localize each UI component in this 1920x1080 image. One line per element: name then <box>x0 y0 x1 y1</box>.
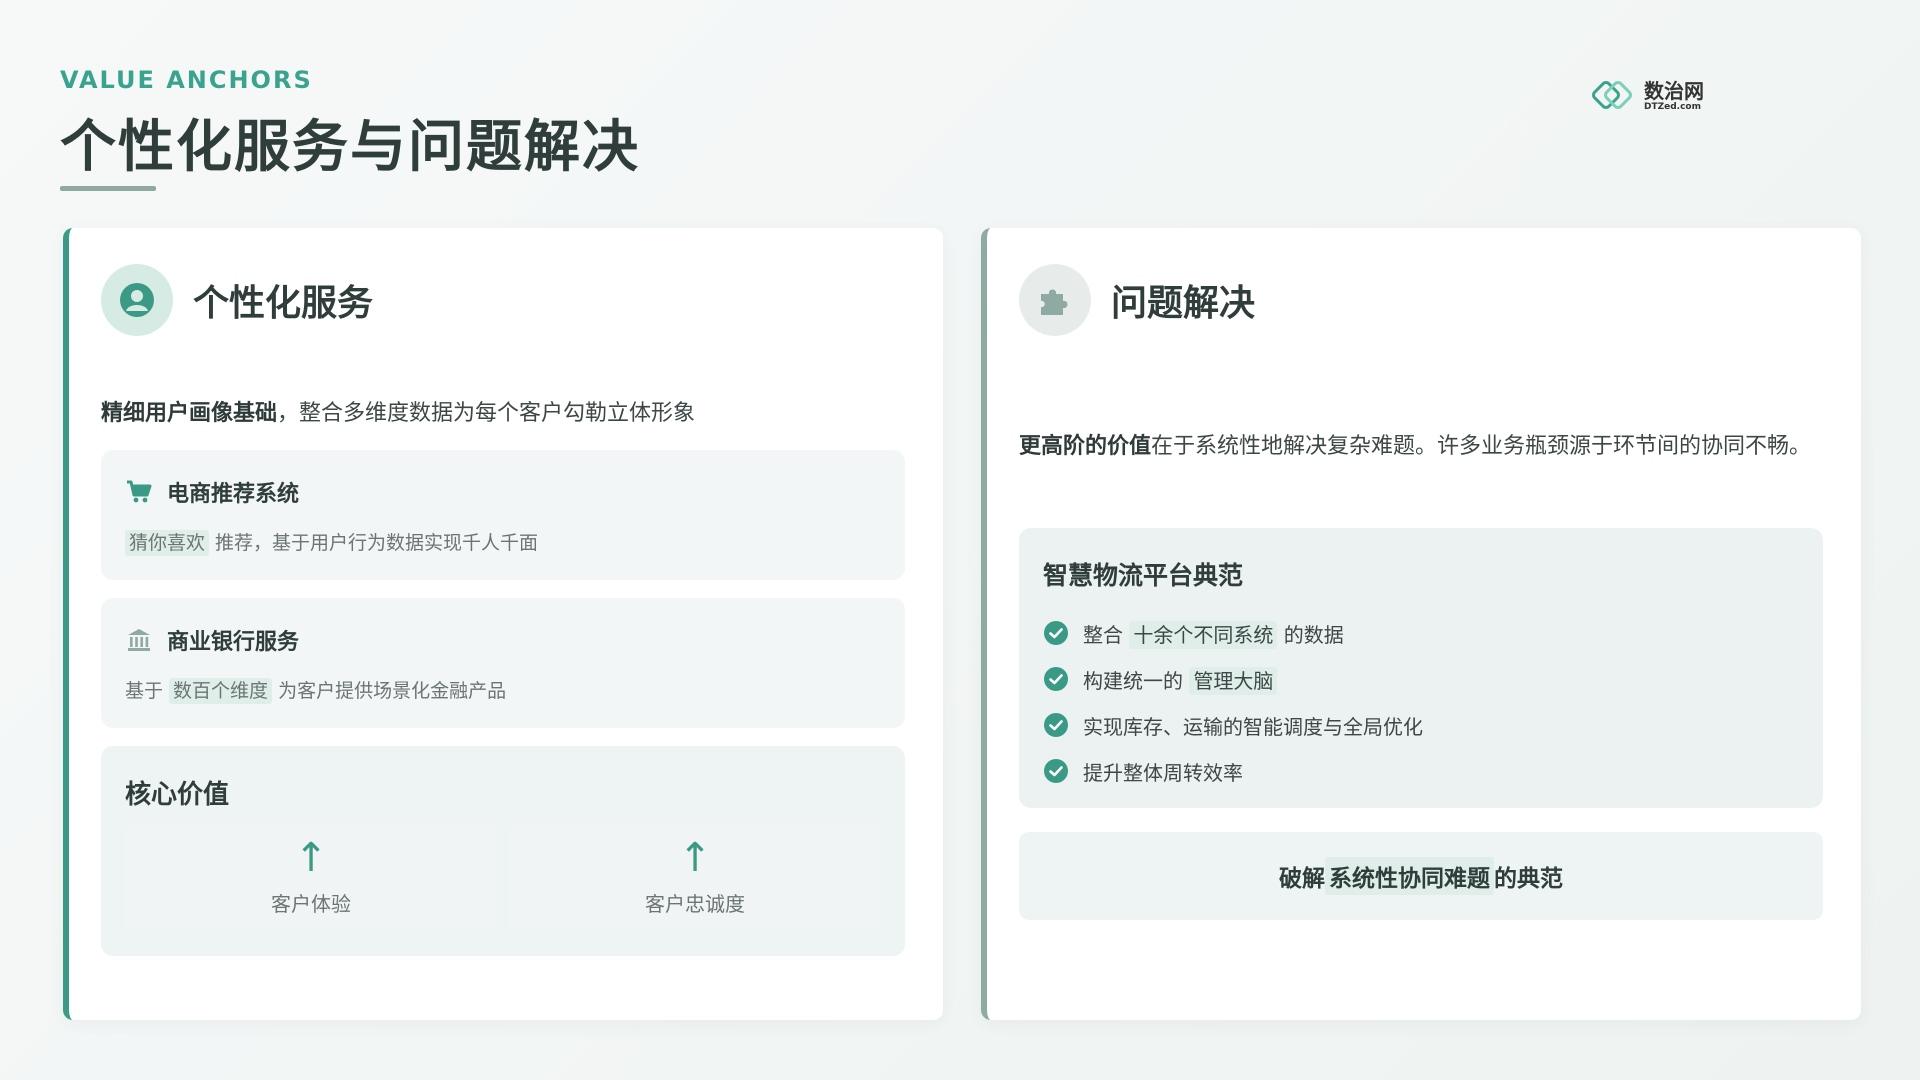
intro-bold: 精细用户画像基础 <box>101 401 278 426</box>
personalized-service-card: 个性化服务 精细用户画像基础，整合多维度数据为每个客户勾勒立体形象 电商推荐系统… <box>63 228 943 1020</box>
eyebrow-label: VALUE ANCHORS <box>60 66 313 94</box>
platform-list: 整合 十余个不同系统 的数据 构建统一的 管理大脑 实现库存、运输的智能调度与全… <box>1043 610 1799 794</box>
logo-text-en: DTZed.com <box>1644 101 1701 112</box>
card-intro: 更高阶的价值在于系统性地解决复杂难题。许多业务瓶颈源于环节间的协同不畅。 <box>1019 426 1849 468</box>
item-pre: 构建统一的 <box>1083 668 1190 693</box>
card-title: 问题解决 <box>1111 283 1256 324</box>
logo-mark-icon <box>1592 81 1632 109</box>
arrow-up-icon: ↑ <box>678 834 712 881</box>
desc-post: 为客户提供场景化金融产品 <box>272 680 507 702</box>
intro-bold: 更高阶的价值 <box>1019 434 1152 459</box>
list-item-text: 提升整体周转效率 <box>1083 760 1243 785</box>
feature-banking: 商业银行服务 基于 数百个维度 为客户提供场景化金融产品 <box>101 598 905 728</box>
banner-pre: 破解 <box>1279 866 1325 892</box>
list-item-text: 整合 十余个不同系统 的数据 <box>1083 619 1344 649</box>
card-header: 问题解决 <box>1019 264 1255 336</box>
desc-pre: 基于 <box>125 680 170 702</box>
check-circle-icon <box>1044 759 1068 783</box>
item-pre: 整合 <box>1083 622 1130 647</box>
desc-post: 推荐，基于用户行为数据实现千人千面 <box>209 532 539 554</box>
title-underline <box>60 186 156 191</box>
metric-customer-experience: ↑ 客户体验 <box>125 825 497 929</box>
page-title: 个性化服务与问题解决 <box>60 115 640 180</box>
core-value-panel: 核心价值 ↑ 客户体验 ↑ 客户忠诚度 <box>101 746 905 956</box>
metric-label: 客户体验 <box>271 891 351 916</box>
shopping-cart-icon <box>127 480 152 503</box>
brand-logo: 数治网 DTZed.com <box>1590 74 1730 118</box>
check-circle-icon <box>1044 667 1068 691</box>
metric-label: 客户忠诚度 <box>645 891 745 916</box>
core-value-title: 核心价值 <box>125 780 230 810</box>
platform-title: 智慧物流平台典范 <box>1043 561 1244 590</box>
feature-desc: 基于 数百个维度 为客户提供场景化金融产品 <box>125 676 881 704</box>
desc-highlight: 猜你喜欢 <box>125 530 210 556</box>
list-item-text: 构建统一的 管理大脑 <box>1083 665 1278 695</box>
summary-banner: 破解 系统性协同难题 的典范 <box>1019 832 1823 920</box>
puzzle-icon <box>1019 264 1091 336</box>
banner-post: 的典范 <box>1494 866 1563 892</box>
item-highlight: 管理大脑 <box>1189 666 1278 695</box>
list-item: 整合 十余个不同系统 的数据 <box>1043 610 1799 656</box>
card-intro: 精细用户画像基础，整合多维度数据为每个客户勾勒立体形象 <box>101 395 921 427</box>
item-post: 的数据 <box>1277 622 1344 647</box>
logo-text-cn: 数治网 <box>1644 78 1704 103</box>
check-circle-icon <box>1044 713 1068 737</box>
list-item: 提升整体周转效率 <box>1043 748 1799 794</box>
desc-highlight: 数百个维度 <box>169 678 273 704</box>
intro-text: 在于系统性地解决复杂难题。许多业务瓶颈源于环节间的协同不畅。 <box>1151 434 1812 459</box>
list-item-text: 实现库存、运输的智能调度与全局优化 <box>1083 714 1423 739</box>
feature-title: 商业银行服务 <box>167 630 300 655</box>
feature-title: 电商推荐系统 <box>167 482 300 507</box>
list-item: 实现库存、运输的智能调度与全局优化 <box>1043 702 1799 748</box>
banner-highlight: 系统性协同难题 <box>1325 857 1494 895</box>
feature-ecommerce: 电商推荐系统 猜你喜欢 推荐，基于用户行为数据实现千人千面 <box>101 450 905 580</box>
item-highlight: 十余个不同系统 <box>1129 620 1278 649</box>
arrow-up-icon: ↑ <box>294 834 328 881</box>
list-item: 构建统一的 管理大脑 <box>1043 656 1799 702</box>
card-title: 个性化服务 <box>193 283 374 324</box>
logistics-platform-panel: 智慧物流平台典范 整合 十余个不同系统 的数据 构建统一的 管理大脑 实现库存、… <box>1019 528 1823 808</box>
check-circle-icon <box>1044 621 1068 645</box>
card-header: 个性化服务 <box>101 264 373 336</box>
intro-text: ，整合多维度数据为每个客户勾勒立体形象 <box>277 401 696 426</box>
user-circle-icon <box>101 264 173 336</box>
feature-desc: 猜你喜欢 推荐，基于用户行为数据实现千人千面 <box>125 528 881 556</box>
problem-solving-card: 问题解决 更高阶的价值在于系统性地解决复杂难题。许多业务瓶颈源于环节间的协同不畅… <box>981 228 1861 1020</box>
bank-icon <box>128 629 150 651</box>
metric-customer-loyalty: ↑ 客户忠诚度 <box>509 825 881 929</box>
